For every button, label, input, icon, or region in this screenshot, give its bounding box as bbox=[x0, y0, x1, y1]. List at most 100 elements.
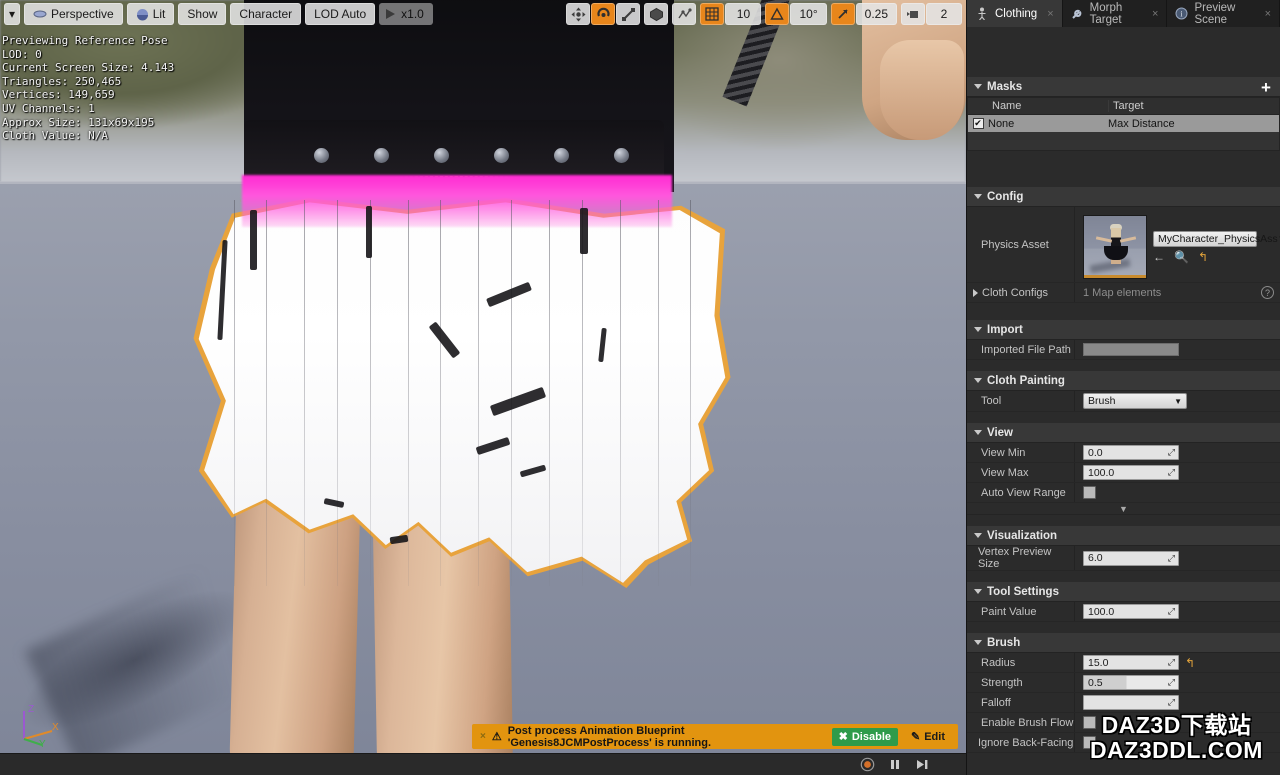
rotate-gizmo-button[interactable] bbox=[591, 3, 616, 25]
close-icon[interactable]: × bbox=[1152, 8, 1158, 20]
view-min-field[interactable]: 0.0 ⤢ bbox=[1083, 445, 1179, 460]
camera-speed-button[interactable] bbox=[901, 3, 925, 25]
radius-field[interactable]: 15.0 ⤢ bbox=[1083, 655, 1179, 670]
add-mask-button[interactable]: + bbox=[1258, 79, 1274, 96]
camera-mode-label: Perspective bbox=[51, 7, 114, 21]
section-masks-title: Masks bbox=[987, 80, 1023, 93]
tool-dropdown[interactable]: Brush ▼ bbox=[1083, 393, 1187, 409]
imported-file-path-field[interactable] bbox=[1083, 343, 1179, 356]
warning-icon: ⚠ bbox=[491, 731, 502, 743]
scale-snap-group[interactable]: 0.25 bbox=[830, 3, 897, 25]
section-tool-settings-header[interactable]: Tool Settings bbox=[967, 582, 1280, 602]
scale-snap-value[interactable]: 0.25 bbox=[855, 3, 897, 25]
auto-view-range-checkbox[interactable] bbox=[1083, 486, 1096, 499]
ignore-back-facing-checkbox[interactable] bbox=[1083, 736, 1096, 749]
falloff-field[interactable]: ⤢ bbox=[1083, 695, 1179, 710]
person-icon bbox=[975, 7, 989, 21]
camera-speed-icon bbox=[906, 10, 918, 18]
angle-snap-button[interactable] bbox=[765, 3, 790, 25]
strength-slider[interactable]: 0.5 ⤢ bbox=[1083, 675, 1179, 690]
scroll-down-indicator[interactable]: ▼ bbox=[967, 503, 1280, 515]
tab-morph-target[interactable]: Morph Target × bbox=[1063, 0, 1168, 27]
viewport[interactable]: Previewing Reference Pose LOD: 0 Current… bbox=[0, 0, 966, 775]
scale-gizmo-button[interactable] bbox=[616, 3, 641, 25]
section-import-header[interactable]: Import bbox=[967, 320, 1280, 340]
camera-speed-value[interactable]: 2 bbox=[926, 3, 962, 25]
grid-snap-value[interactable]: 10 bbox=[725, 3, 762, 25]
surface-snap-button[interactable] bbox=[672, 3, 697, 25]
grid-snap-group[interactable]: 10 bbox=[700, 3, 762, 25]
back-arrow-icon[interactable]: ← bbox=[1153, 251, 1165, 263]
camera-mode-button[interactable]: Perspective bbox=[24, 3, 123, 25]
playback-rate-button[interactable]: x1.0 bbox=[379, 3, 433, 25]
character-menu-button[interactable]: Character bbox=[230, 3, 302, 25]
spacer bbox=[967, 515, 1280, 526]
masks-column-target: Target bbox=[1108, 100, 1279, 112]
physics-asset-thumbnail[interactable] bbox=[1083, 214, 1147, 279]
svg-text:X: X bbox=[52, 722, 59, 733]
angle-snap-value[interactable]: 10° bbox=[790, 3, 827, 25]
masks-table-header: Name Target bbox=[968, 98, 1279, 115]
lod-menu-button[interactable]: LOD Auto bbox=[305, 3, 376, 25]
perspective-icon bbox=[33, 10, 47, 18]
cloth-skirt bbox=[180, 120, 740, 590]
tab-clothing[interactable]: Clothing × bbox=[967, 0, 1063, 27]
enable-brush-flow-checkbox[interactable] bbox=[1083, 716, 1096, 729]
cloth-configs-row[interactable]: Cloth Configs 1 Map elements ? bbox=[967, 283, 1280, 303]
vertex-preview-size-row: Vertex Preview Size 6.0 ⤢ bbox=[967, 546, 1280, 571]
masks-table[interactable]: Name Target ✔ None Max Distance bbox=[967, 97, 1280, 151]
record-button[interactable] bbox=[859, 756, 876, 773]
table-row[interactable]: ✔ None Max Distance bbox=[968, 115, 1279, 132]
physics-asset-value: MyCharacter_PhysicsAss bbox=[1158, 232, 1278, 245]
scale-snap-button[interactable] bbox=[830, 3, 855, 25]
skirt-stud bbox=[614, 148, 629, 163]
section-config-header[interactable]: Config bbox=[967, 187, 1280, 207]
close-icon[interactable]: × bbox=[1047, 8, 1053, 20]
view-min-value: 0.0 bbox=[1088, 446, 1103, 459]
record-icon bbox=[860, 757, 875, 772]
enable-brush-flow-label: Enable Brush Flow bbox=[967, 713, 1075, 732]
physics-asset-dropdown[interactable]: MyCharacter_PhysicsAss ▼ bbox=[1153, 230, 1280, 247]
section-view-header[interactable]: View bbox=[967, 423, 1280, 443]
panel-tab-strip[interactable]: Clothing × Morph Target × i Preview Scen… bbox=[967, 0, 1280, 27]
camera-speed-group[interactable]: 2 bbox=[901, 3, 962, 25]
pause-button[interactable] bbox=[886, 756, 903, 773]
section-masks-header[interactable]: Masks + bbox=[967, 77, 1280, 97]
close-icon[interactable]: × bbox=[480, 731, 486, 742]
view-mode-button[interactable]: Lit bbox=[126, 3, 175, 25]
skirt-stud bbox=[434, 148, 449, 163]
skirt-stud bbox=[374, 148, 389, 163]
help-icon[interactable]: ? bbox=[1261, 286, 1274, 299]
chevron-right-icon[interactable] bbox=[973, 288, 978, 297]
section-cloth-painting-header[interactable]: Cloth Painting bbox=[967, 371, 1280, 391]
edit-button[interactable]: ✎ Edit bbox=[904, 728, 952, 746]
notification-bar[interactable]: × ⚠ Post process Animation Blueprint 'Ge… bbox=[472, 724, 958, 749]
transform-gizmo-group[interactable] bbox=[566, 3, 641, 25]
vertex-preview-size-field[interactable]: 6.0 ⤢ bbox=[1083, 550, 1179, 566]
grid-snap-button[interactable] bbox=[700, 3, 725, 25]
disable-button[interactable]: ✖ Disable bbox=[831, 727, 898, 746]
translate-gizmo-button[interactable] bbox=[566, 3, 591, 25]
step-forward-button[interactable] bbox=[913, 756, 930, 773]
view-max-field[interactable]: 100.0 ⤢ bbox=[1083, 465, 1179, 480]
lit-sphere-icon bbox=[136, 8, 148, 20]
angle-snap-group[interactable]: 10° bbox=[765, 3, 827, 25]
viewport-options-button[interactable]: ▾ bbox=[4, 3, 20, 25]
close-icon[interactable]: × bbox=[1265, 8, 1271, 20]
panel-top-gap bbox=[967, 27, 1280, 77]
playback-bar[interactable] bbox=[0, 753, 966, 775]
viewport-toolbar[interactable]: ▾ Perspective Lit Show Character LOD Aut… bbox=[0, 0, 966, 28]
browse-magnifier-icon[interactable]: 🔍 bbox=[1174, 251, 1189, 263]
imported-file-path-row: Imported File Path bbox=[967, 340, 1280, 360]
reset-arrow-icon[interactable]: ↰ bbox=[1198, 251, 1208, 263]
tab-preview-scene[interactable]: i Preview Scene × bbox=[1167, 0, 1280, 27]
section-visualization-header[interactable]: Visualization bbox=[967, 526, 1280, 546]
chevron-down-icon bbox=[974, 533, 982, 538]
coordinate-space-button[interactable] bbox=[644, 3, 669, 25]
view-mode-label: Lit bbox=[152, 7, 166, 21]
section-brush-header[interactable]: Brush bbox=[967, 633, 1280, 653]
reset-arrow-icon[interactable]: ↰ bbox=[1185, 657, 1195, 669]
paint-value-field[interactable]: 100.0 ⤢ bbox=[1083, 604, 1179, 619]
mask-enabled-checkbox[interactable]: ✔ bbox=[968, 118, 988, 129]
show-menu-button[interactable]: Show bbox=[178, 3, 227, 25]
